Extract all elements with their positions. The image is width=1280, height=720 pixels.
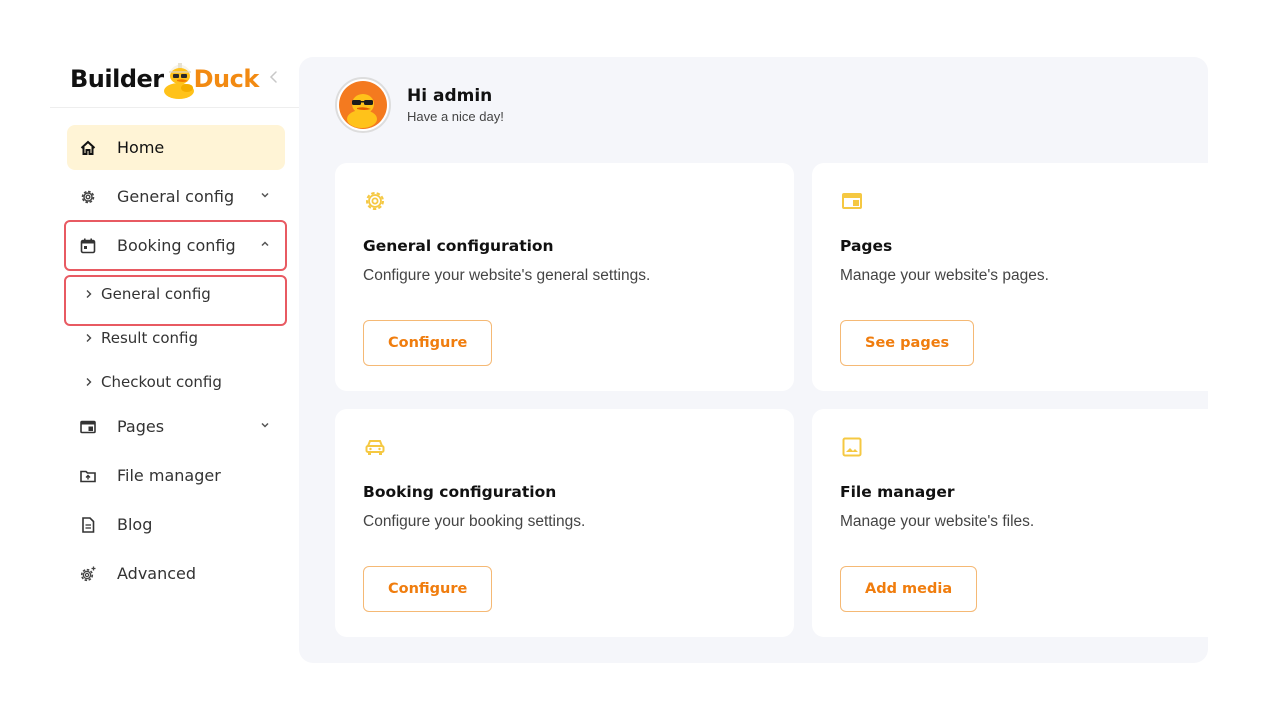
sidebar-item-label: Blog — [117, 515, 153, 534]
folder-icon — [79, 467, 97, 485]
sidebar: Builder Duck Home General config Booking… — [50, 48, 300, 648]
duck-avatar-icon — [339, 81, 387, 129]
sidebar-item-pages[interactable]: Pages — [67, 404, 285, 449]
sidebar-item-general-config[interactable]: General config — [67, 174, 285, 219]
sidebar-item-blog[interactable]: Blog — [67, 502, 285, 547]
sidebar-item-home[interactable]: Home — [67, 125, 285, 170]
main-content: Hi admin Have a nice day! General config… — [299, 57, 1208, 663]
advanced-gear-icon — [79, 565, 97, 583]
avatar[interactable] — [335, 77, 391, 133]
add-media-button[interactable]: Add media — [840, 566, 978, 612]
card-booking-configuration: Booking configuration Configure your boo… — [335, 409, 794, 637]
brand-logo[interactable]: Builder Duck — [70, 54, 259, 104]
sidebar-subitem-checkout-config[interactable]: Checkout config — [67, 360, 285, 404]
card-general-configuration: General configuration Configure your web… — [335, 163, 794, 391]
gear-icon — [366, 192, 384, 210]
chevron-right-icon — [86, 334, 92, 342]
card-file-manager: File manager Manage your website's files… — [812, 409, 1208, 637]
card-title: Pages — [840, 237, 893, 255]
sidebar-item-file-manager[interactable]: File manager — [67, 453, 285, 498]
sidebar-item-label: Advanced — [117, 564, 197, 583]
sidebar-item-label: Pages — [117, 417, 165, 436]
sidebar-subitem-label: Checkout config — [101, 373, 222, 391]
calendar-icon — [79, 237, 97, 255]
card-title: General configuration — [363, 237, 554, 255]
sidebar-item-label: File manager — [117, 466, 221, 485]
sidebar-item-label: Home — [117, 138, 165, 157]
card-pages: Pages Manage your website's pages. See p… — [812, 163, 1208, 391]
greeting-header: Hi admin Have a nice day! — [335, 77, 504, 133]
sidebar-subitem-label: Result config — [101, 329, 199, 347]
page-layout-icon — [79, 418, 97, 436]
chevron-up-icon — [261, 241, 269, 247]
card-title: Booking configuration — [363, 483, 557, 501]
car-icon — [365, 440, 385, 455]
sidebar-item-advanced[interactable]: Advanced — [67, 551, 285, 596]
configure-booking-button[interactable]: Configure — [363, 566, 493, 612]
configure-general-button[interactable]: Configure — [363, 320, 493, 366]
chevron-right-icon — [86, 378, 92, 386]
chevron-right-icon — [86, 290, 92, 298]
page-layout-icon — [842, 193, 862, 209]
see-pages-button[interactable]: See pages — [840, 320, 975, 366]
sidebar-subitem-general-config[interactable]: General config — [67, 272, 285, 316]
chevron-down-icon — [261, 422, 269, 428]
greeting-title: Hi admin — [407, 86, 493, 106]
sidebar-subitem-result-config[interactable]: Result config — [67, 316, 285, 360]
card-description: Manage your website's files. — [840, 513, 1035, 530]
chevron-down-icon — [261, 192, 269, 198]
card-description: Manage your website's pages. — [840, 267, 1049, 284]
sidebar-subitem-label: General config — [101, 285, 211, 303]
sidebar-item-booking-config[interactable]: Booking config — [67, 223, 285, 268]
gear-icon — [79, 188, 97, 206]
sidebar-item-label: General config — [117, 187, 235, 206]
sidebar-nav: Home General config Booking config Gener… — [67, 125, 285, 600]
card-title: File manager — [840, 483, 955, 501]
brand-divider — [50, 107, 300, 108]
brand-name-part2: Duck — [193, 65, 260, 93]
duck-mascot-icon — [163, 63, 194, 99]
collapse-sidebar-chevron-icon[interactable] — [266, 66, 282, 88]
card-description: Configure your website's general setting… — [363, 267, 651, 284]
card-description: Configure your booking settings. — [363, 513, 586, 530]
image-icon — [842, 437, 862, 457]
brand-name-part1: Builder — [70, 65, 164, 93]
sidebar-item-label: Booking config — [117, 236, 236, 255]
greeting-subtitle: Have a nice day! — [407, 109, 504, 124]
document-icon — [79, 516, 97, 534]
home-icon — [79, 139, 97, 157]
